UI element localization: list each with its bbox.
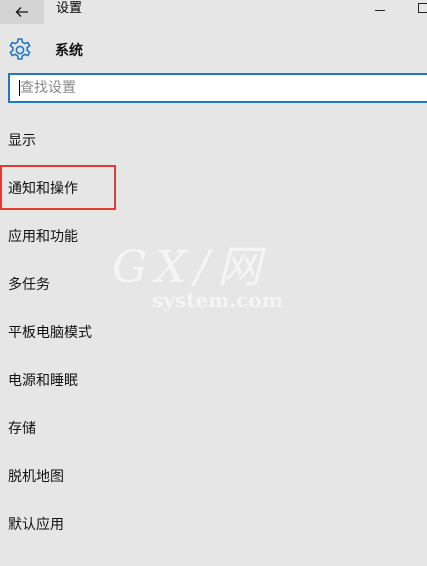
nav-item-power-sleep[interactable]: 电源和睡眠 [8,370,78,392]
nav-item-offline-maps[interactable]: 脱机地图 [8,466,64,488]
watermark-logo-text: GX/网 [112,242,270,293]
watermark: GX/网 system.com [112,242,283,324]
watermark-site-text: system.com [152,288,283,312]
page-header: 系统 [7,37,83,63]
arrow-left-icon [15,7,28,17]
nav-item-apps-features[interactable]: 应用和功能 [8,226,78,248]
nav-item-multitasking[interactable]: 多任务 [8,274,50,296]
search-box[interactable] [8,73,427,103]
minimize-icon [375,9,385,11]
nav-item-storage[interactable]: 存储 [8,418,36,440]
text-caret [19,80,20,96]
back-button[interactable] [0,0,44,24]
title-bar: 设置 [0,0,427,24]
gear-icon [9,38,31,60]
minimize-button[interactable] [369,0,391,18]
app-title: 设置 [56,1,83,16]
nav-item-tablet-mode[interactable]: 平板电脑模式 [8,322,92,344]
page-title: 系统 [55,43,83,59]
nav-item-display[interactable]: 显示 [8,130,36,152]
search-input[interactable] [10,75,427,101]
maximize-button[interactable] [418,3,427,13]
highlight-annotation-box [0,165,116,210]
nav-item-default-apps[interactable]: 默认应用 [8,514,64,536]
